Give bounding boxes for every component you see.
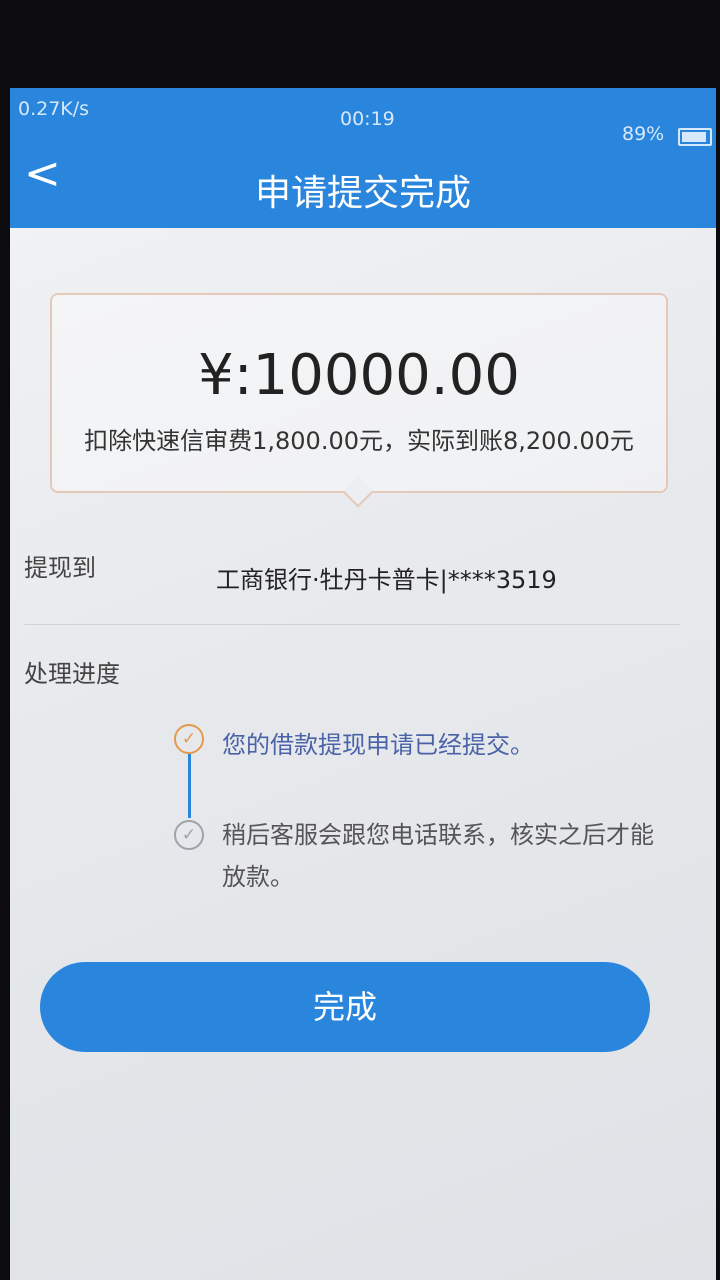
check-circle-icon: ✓ (174, 820, 204, 850)
check-circle-icon: ✓ (174, 724, 204, 754)
status-bar: 0.27K/s 00:19 89% (10, 88, 716, 148)
battery-icon (678, 128, 712, 146)
divider (24, 624, 680, 625)
page-title: 申请提交完成 (254, 173, 471, 214)
phone-screen: 0.27K/s 00:19 89% < 申请提交完成 ¥:10000.00 扣除… (10, 88, 716, 1280)
withdraw-account: 工商银行·牡丹卡普卡|****3519 (216, 566, 557, 594)
amount-card: ¥:10000.00 扣除快速信审费1,800.00元，实际到账8,200.00… (50, 293, 668, 493)
network-speed: 0.27K/s (18, 98, 90, 120)
fee-note: 扣除快速信审费1,800.00元，实际到账8,200.00元 (84, 427, 634, 455)
header-bar: 0.27K/s 00:19 89% < 申请提交完成 (10, 88, 716, 228)
done-button[interactable]: 完成 (40, 962, 650, 1052)
progress-label: 处理进度 (24, 660, 120, 688)
battery-percent: 89% (622, 123, 665, 145)
withdraw-label: 提现到 (24, 554, 96, 582)
progress-step-1: 您的借款提现申请已经提交。 (222, 731, 534, 759)
progress-line (188, 754, 191, 818)
progress-step-2: 稍后客服会跟您电话联系，核实之后才能放款。 (222, 821, 654, 891)
amount-value: ¥:10000.00 (198, 343, 520, 408)
clock: 00:19 (340, 108, 395, 130)
